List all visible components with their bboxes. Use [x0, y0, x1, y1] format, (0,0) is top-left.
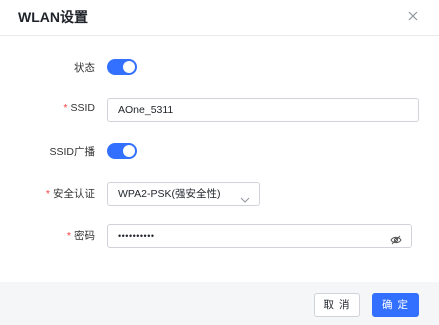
ssid-value: AOne_5311: [118, 104, 174, 116]
status-label-text: 状态: [74, 62, 95, 74]
required-mark: *: [63, 102, 68, 114]
close-icon[interactable]: [405, 8, 421, 24]
cancel-button[interactable]: 取 消: [314, 293, 360, 317]
required-mark: *: [45, 188, 50, 200]
ssid-label: * SSID: [63, 102, 95, 114]
ssid-label-text: SSID: [70, 102, 95, 114]
security-row: * 安全认证 WPA2-PSK(强安全性): [0, 182, 439, 206]
wlan-settings-dialog: WLAN设置 状态 * SSID AOne_5311 SSID广播 * 安全认证…: [0, 0, 439, 325]
ssid-broadcast-label: SSID广播: [49, 144, 95, 159]
status-toggle[interactable]: [107, 59, 137, 75]
dialog-footer: 取 消 确 定: [0, 282, 439, 325]
ssid-broadcast-row: SSID广播: [0, 140, 439, 164]
password-label: * 密码: [67, 228, 95, 243]
toggle-knob: [123, 61, 135, 73]
confirm-button[interactable]: 确 定: [372, 293, 419, 317]
ssid-broadcast-label-text: SSID广播: [49, 146, 95, 158]
eye-icon[interactable]: [390, 231, 402, 245]
dialog-title: WLAN设置: [18, 9, 88, 25]
security-label: * 安全认证: [46, 186, 95, 201]
security-label-text: 安全认证: [53, 188, 95, 200]
security-value: WPA2-PSK(强安全性): [118, 188, 221, 200]
ssid-broadcast-toggle[interactable]: [107, 143, 137, 159]
password-input[interactable]: ••••••••••: [107, 224, 412, 248]
status-row: 状态: [0, 56, 439, 80]
status-label: 状态: [74, 60, 95, 75]
security-select[interactable]: WPA2-PSK(强安全性): [107, 182, 260, 206]
dialog-header: WLAN设置: [0, 0, 439, 36]
chevron-down-icon: [240, 190, 250, 203]
password-label-text: 密码: [74, 230, 95, 242]
ssid-row: * SSID AOne_5311: [0, 98, 439, 122]
toggle-knob: [123, 145, 135, 157]
password-row: * 密码 ••••••••••: [0, 224, 439, 248]
password-value: ••••••••••: [118, 231, 155, 241]
ssid-input[interactable]: AOne_5311: [107, 98, 419, 122]
required-mark: *: [66, 230, 71, 242]
